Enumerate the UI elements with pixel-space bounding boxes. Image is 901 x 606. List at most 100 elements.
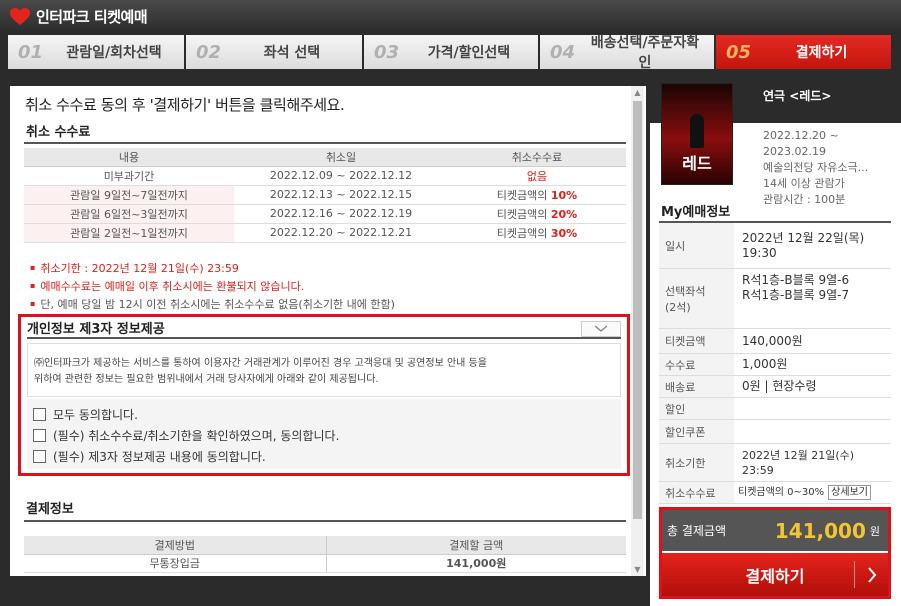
fee-date: 2022.12.13 ~ 2022.12.15	[234, 185, 448, 205]
step-label: 가격/할인선택	[427, 45, 511, 61]
chevron-right-icon	[854, 561, 888, 588]
payment-method: 무통장입금	[24, 554, 327, 573]
table-row: 무통장입금 141,000원	[24, 554, 626, 573]
step-5-payment[interactable]: 05 결제하기	[716, 35, 891, 69]
step-3-price-select[interactable]: 03 가격/할인선택	[364, 35, 538, 69]
step-1-date-select[interactable]: 01 관람일/회차선택	[8, 35, 184, 69]
my-booking-title: My예매정보	[661, 205, 731, 220]
fee-content: 미부과기간	[24, 166, 234, 186]
privacy-text-line: ㈜인터파크가 제공하는 서비스를 통하여 이용자간 거래관계가 이루어진 경우 …	[34, 358, 487, 369]
info-label: 수수료	[659, 354, 734, 375]
info-value: 0원 | 현장수령	[742, 379, 817, 393]
info-label: 할인	[659, 398, 734, 419]
show-poster: 레드	[661, 83, 733, 185]
divider	[27, 337, 621, 339]
checkbox[interactable]	[33, 450, 46, 463]
step-label: 좌석 선택	[263, 45, 321, 61]
show-info: 2022.12.20 ~ 2023.02.19 예술의전당 자유소극... 14…	[763, 128, 893, 208]
cancel-fee-table: 내용 취소일 취소수수료 미부과기간 2022.12.09 ~ 2022.12.…	[24, 148, 626, 243]
agree-third-party-checkbox[interactable]: (필수) 제3자 정보제공 내용에 동의합니다.	[27, 446, 621, 467]
show-runtime: 관람시간 : 100분	[763, 193, 846, 206]
info-value	[734, 420, 891, 443]
fee-content: 관람일 9일전~7일전까지	[24, 185, 234, 205]
note-deadline: 취소기한 : 2022년 12월 21일(수) 23:59	[30, 260, 395, 278]
payment-amount: 141,000원	[326, 554, 626, 573]
info-label: 취소수수료	[659, 482, 734, 503]
step-number: 05	[726, 41, 752, 63]
col-header-fee: 취소수수료	[448, 148, 626, 167]
checkbox-label: 모두 동의합니다.	[53, 408, 138, 422]
vertical-scrollbar[interactable]: ▲ ▼	[631, 86, 644, 576]
app-title: 인터파크 티켓예매	[36, 8, 148, 26]
col-header-content: 내용	[24, 148, 234, 167]
show-age: 14세 이상 관람가	[763, 177, 845, 190]
poster-title: 레드	[682, 154, 712, 173]
top-header: 인터파크 티켓예매	[0, 0, 901, 33]
fee-value: 없음	[448, 166, 626, 186]
divider	[24, 520, 626, 522]
info-value: 2022년 12월 22일(목) 19:30	[742, 230, 865, 260]
scroll-down-arrow-icon[interactable]: ▼	[631, 563, 644, 576]
main-panel: 취소 수수료 동의 후 '결제하기' 버튼을 클릭해주세요. 취소 수수료 내용…	[0, 73, 650, 606]
step-label: 관람일/회차선택	[66, 45, 162, 61]
checkbox[interactable]	[33, 429, 46, 442]
note-same-day: 단, 예매 당일 밤 12시 이전 취소시에는 취소수수료 없음(취소기한 내에…	[30, 296, 395, 314]
show-venue: 예술의전당 자유소극...	[763, 161, 869, 174]
fee-value: 티켓금액의 20%	[448, 204, 626, 224]
agree-cancel-fee-checkbox[interactable]: (필수) 취소수수료/취소기한을 확인하였으며, 동의합니다.	[27, 425, 621, 446]
info-label: 취소기한	[659, 444, 734, 481]
payment-info-table: 결제방법 결제할 금액 무통장입금 141,000원	[24, 536, 626, 573]
col-header-method: 결제방법	[24, 536, 327, 555]
info-row-coupon: 할인쿠폰	[659, 420, 891, 444]
total-amount-row: 총 결제금액 141,000 원	[662, 510, 888, 551]
show-period-end: 2023.02.19	[763, 145, 826, 158]
info-row-cancel-deadline: 취소기한 2022년 12월 21일(수) 23:59	[659, 444, 891, 482]
detail-view-button[interactable]: 상세보기	[828, 485, 871, 500]
info-value: 140,000원	[742, 333, 803, 348]
step-2-seat-select[interactable]: 02 좌석 선택	[186, 35, 362, 69]
privacy-title: 개인정보 제3자 정보제공	[27, 322, 165, 337]
info-label: 티켓금액	[659, 329, 734, 353]
chevron-down-icon	[594, 325, 608, 332]
checkbox-label: (필수) 취소수수료/취소기한을 확인하였으며, 동의합니다.	[53, 429, 340, 443]
info-value: R석1층-B블록 9열-6 R석1층-B블록 9열-7	[742, 273, 850, 302]
total-unit: 원	[869, 524, 880, 538]
info-value	[734, 398, 891, 419]
total-amount: 141,000	[774, 518, 866, 543]
step-number: 04	[550, 41, 576, 63]
divider	[24, 142, 626, 144]
fee-value: 티켓금액의 30%	[448, 223, 626, 243]
scroll-up-arrow-icon[interactable]: ▲	[631, 86, 644, 99]
info-value: 1,000원	[742, 357, 788, 371]
fee-date: 2022.12.16 ~ 2022.12.19	[234, 204, 448, 224]
info-label: 할인쿠폰	[659, 420, 734, 443]
show-title: 연극 <레드>	[763, 89, 832, 103]
instruction-text: 취소 수수료 동의 후 '결제하기' 버튼을 클릭해주세요.	[25, 96, 345, 114]
step-number: 02	[196, 41, 222, 63]
step-navigation: 01 관람일/회차선택 02 좌석 선택 03 가격/할인선택 04 배송선택/…	[0, 33, 901, 73]
fee-value: 티켓금액의 10%	[448, 185, 626, 205]
info-label: 일시	[659, 223, 734, 268]
scrollbar-thumb[interactable]	[633, 101, 642, 519]
total-payment-box: 총 결제금액 141,000 원 결제하기	[659, 507, 891, 599]
info-row-discount: 할인	[659, 398, 891, 420]
step-number: 03	[374, 41, 400, 63]
booking-summary-panel: 레드 연극 <레드> 2022.12.20 ~ 2023.02.19 예술의전당…	[650, 73, 901, 606]
total-label: 총 결제금액	[667, 524, 727, 538]
agree-all-checkbox[interactable]: 모두 동의합니다.	[27, 404, 621, 425]
step-number: 01	[18, 41, 44, 63]
fee-date: 2022.12.20 ~ 2022.12.21	[234, 223, 448, 243]
table-row: 관람일 2일전~1일전까지 2022.12.20 ~ 2022.12.21 티켓…	[24, 223, 626, 243]
checkbox[interactable]	[33, 408, 46, 421]
info-value: 2022년 12월 21일(수) 23:59	[742, 448, 855, 477]
step-4-delivery-select[interactable]: 04 배송선택/주문자확인	[540, 35, 714, 71]
fee-section-title: 취소 수수료	[26, 125, 91, 140]
main-scroll-area[interactable]: 취소 수수료 동의 후 '결제하기' 버튼을 클릭해주세요. 취소 수수료 내용…	[10, 86, 646, 576]
table-row: 미부과기간 2022.12.09 ~ 2022.12.12 없음	[24, 166, 626, 186]
info-value: 티켓금액의 0~30% 상세보기	[734, 482, 891, 503]
fee-date: 2022.12.09 ~ 2022.12.12	[234, 166, 448, 186]
pay-button[interactable]: 결제하기	[662, 553, 888, 596]
privacy-expand-toggle[interactable]	[581, 321, 621, 337]
info-row-seats: 선택좌석 (2석) R석1층-B블록 9열-6 R석1층-B블록 9열-7	[659, 269, 891, 329]
step-label: 결제하기	[795, 45, 848, 61]
